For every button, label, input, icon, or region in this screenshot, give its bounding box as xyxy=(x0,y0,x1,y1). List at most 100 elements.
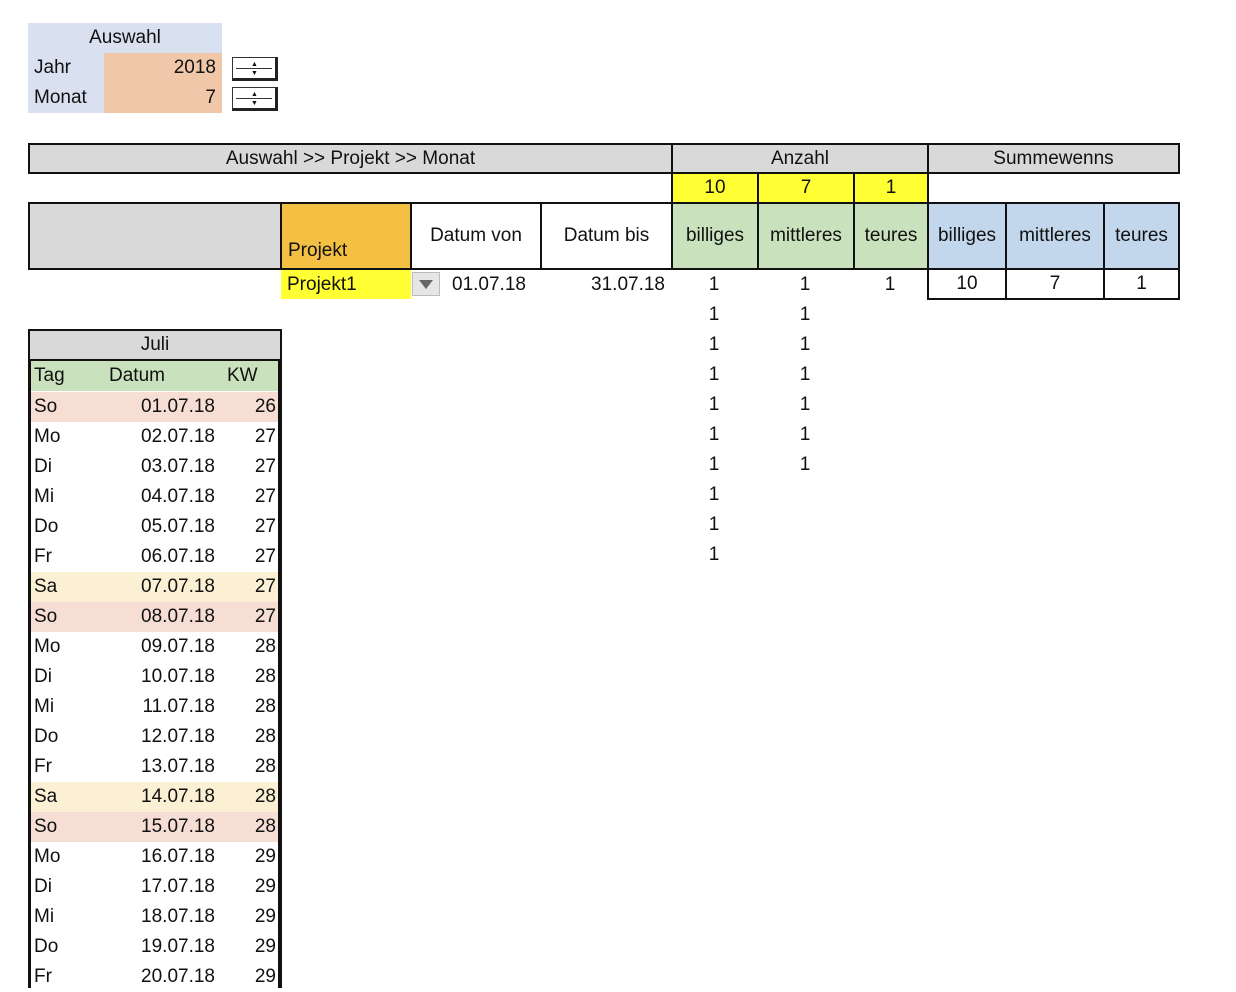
calendar-day-kw: 28 xyxy=(254,816,276,837)
datum-von-header: Datum von xyxy=(410,202,542,270)
total-mittleres: 7 xyxy=(757,172,855,204)
extra-billiges-value: 1 xyxy=(708,544,720,565)
year-label: Jahr xyxy=(28,53,104,83)
month-value-cell[interactable]: 7 xyxy=(104,83,222,113)
month-label: Monat xyxy=(28,83,104,113)
calendar-month-title: Juli xyxy=(28,329,282,361)
sum-header-mittleres: mittleres xyxy=(1005,202,1105,270)
calendar-day-kw: 27 xyxy=(254,606,276,627)
spinner-up-icon: ▲ xyxy=(251,61,258,68)
calendar-right-border xyxy=(278,359,282,988)
calendar-day-tag: Mo xyxy=(34,636,61,657)
extra-mittleres-value: 1 xyxy=(799,394,811,415)
extra-billiges-value: 1 xyxy=(708,424,720,445)
calendar-header-datum: Datum xyxy=(109,365,165,386)
calendar-day-datum: 09.07.18 xyxy=(141,636,215,657)
calendar-day-kw: 28 xyxy=(254,666,276,687)
calendar-day-datum: 17.07.18 xyxy=(141,876,215,897)
calendar-day-datum: 03.07.18 xyxy=(141,456,215,477)
calendar-day-kw: 27 xyxy=(254,456,276,477)
calendar-day-tag: So xyxy=(34,606,58,627)
anzahl-header: Anzahl xyxy=(671,143,929,174)
calendar-day-row: So 01.07.18 26 xyxy=(31,392,278,422)
blank-header xyxy=(28,202,282,270)
calendar-day-tag: So xyxy=(34,396,58,417)
calendar-day-datum: 12.07.18 xyxy=(141,726,215,747)
calendar-header-kw: KW xyxy=(227,365,258,386)
calendar-day-tag: So xyxy=(34,816,58,837)
calendar-day-kw: 26 xyxy=(254,396,276,417)
calendar-day-row: Mo 16.07.18 29 xyxy=(31,842,278,872)
datum-von-value: 01.07.18 xyxy=(452,273,526,295)
calendar-day-datum: 14.07.18 xyxy=(141,786,215,807)
year-value-cell[interactable]: 2018 xyxy=(104,53,222,83)
calendar-day-tag: Do xyxy=(34,516,59,537)
total-billiges: 10 xyxy=(671,172,759,204)
calendar-day-kw: 28 xyxy=(254,636,276,657)
extra-billiges-value: 1 xyxy=(708,334,720,355)
extra-billiges-value: 1 xyxy=(708,484,720,505)
calendar-day-kw: 28 xyxy=(254,756,276,777)
extra-mittleres-value: 1 xyxy=(799,304,811,325)
calendar-day-row: Do 05.07.18 27 xyxy=(31,512,278,542)
sum-header-teures: teures xyxy=(1103,202,1180,270)
calendar-day-datum: 02.07.18 xyxy=(141,426,215,447)
projekt-select-cell[interactable]: Projekt1 xyxy=(281,270,411,299)
calendar-header-tag: Tag xyxy=(34,365,65,386)
calendar-day-tag: Do xyxy=(34,726,59,747)
calendar-day-kw: 27 xyxy=(254,486,276,507)
spinner-down-icon: ▼ xyxy=(251,100,258,107)
calendar-day-tag: Mi xyxy=(34,486,55,507)
calendar-day-kw: 29 xyxy=(254,936,276,957)
calendar-day-datum: 06.07.18 xyxy=(141,546,215,567)
year-spinner-button[interactable]: ▲ ▼ xyxy=(232,57,278,81)
calendar-day-row: Fr 06.07.18 27 xyxy=(31,542,278,572)
calendar-day-datum: 16.07.18 xyxy=(141,846,215,867)
datum-bis-value: 31.07.18 xyxy=(591,273,665,295)
calendar-day-row: So 15.07.18 28 xyxy=(31,812,278,842)
datum-bis-header: Datum bis xyxy=(540,202,673,270)
calendar-day-row: Fr 13.07.18 28 xyxy=(31,752,278,782)
extra-mittleres-value: 1 xyxy=(799,454,811,475)
calendar-day-tag: Sa xyxy=(34,576,58,597)
calendar-header-row: Tag Datum KW xyxy=(31,361,278,391)
calendar-day-datum: 04.07.18 xyxy=(141,486,215,507)
count-mittleres-value: 1 xyxy=(799,273,811,295)
calendar-day-tag: Fr xyxy=(34,756,52,777)
month-spinner-button[interactable]: ▲ ▼ xyxy=(232,87,278,111)
calendar-day-kw: 28 xyxy=(254,696,276,717)
calendar-day-row: Di 03.07.18 27 xyxy=(31,452,278,482)
calendar-day-tag: Fr xyxy=(34,966,52,987)
calendar-day-tag: Mo xyxy=(34,846,61,867)
extra-billiges-value: 1 xyxy=(708,514,720,535)
calendar-day-tag: Di xyxy=(34,666,52,687)
extra-mittleres-value: 1 xyxy=(799,364,811,385)
extra-billiges-value: 1 xyxy=(708,394,720,415)
project-dropdown-button[interactable] xyxy=(412,272,440,296)
extra-billiges-value: 1 xyxy=(708,364,720,385)
calendar-day-kw: 29 xyxy=(254,876,276,897)
dropdown-arrow-icon xyxy=(419,280,433,289)
calendar-day-row: Di 17.07.18 29 xyxy=(31,872,278,902)
sum-billiges-value: 10 xyxy=(927,268,1007,300)
calendar-day-tag: Sa xyxy=(34,786,58,807)
sum-mittleres-value: 7 xyxy=(1005,268,1105,300)
calendar-day-datum: 11.07.18 xyxy=(142,696,215,717)
calendar-day-tag: Mi xyxy=(34,906,55,927)
calendar-day-kw: 29 xyxy=(254,966,276,987)
calendar-day-kw: 27 xyxy=(254,516,276,537)
count-header-teures: teures xyxy=(853,202,929,270)
calendar-day-kw: 27 xyxy=(254,576,276,597)
calendar-day-datum: 01.07.18 xyxy=(141,396,215,417)
calendar-day-kw: 28 xyxy=(254,786,276,807)
calendar-day-tag: Mi xyxy=(34,696,55,717)
calendar-day-kw: 29 xyxy=(254,906,276,927)
count-teures-value: 1 xyxy=(884,273,896,295)
calendar-day-kw: 27 xyxy=(254,426,276,447)
projekt-header: Projekt xyxy=(280,202,412,270)
path-header: Auswahl >> Projekt >> Monat xyxy=(28,143,673,174)
calendar-day-row: So 08.07.18 27 xyxy=(31,602,278,632)
calendar-day-kw: 27 xyxy=(254,546,276,567)
count-billiges-value: 1 xyxy=(708,273,720,295)
calendar-day-row: Mi 18.07.18 29 xyxy=(31,902,278,932)
